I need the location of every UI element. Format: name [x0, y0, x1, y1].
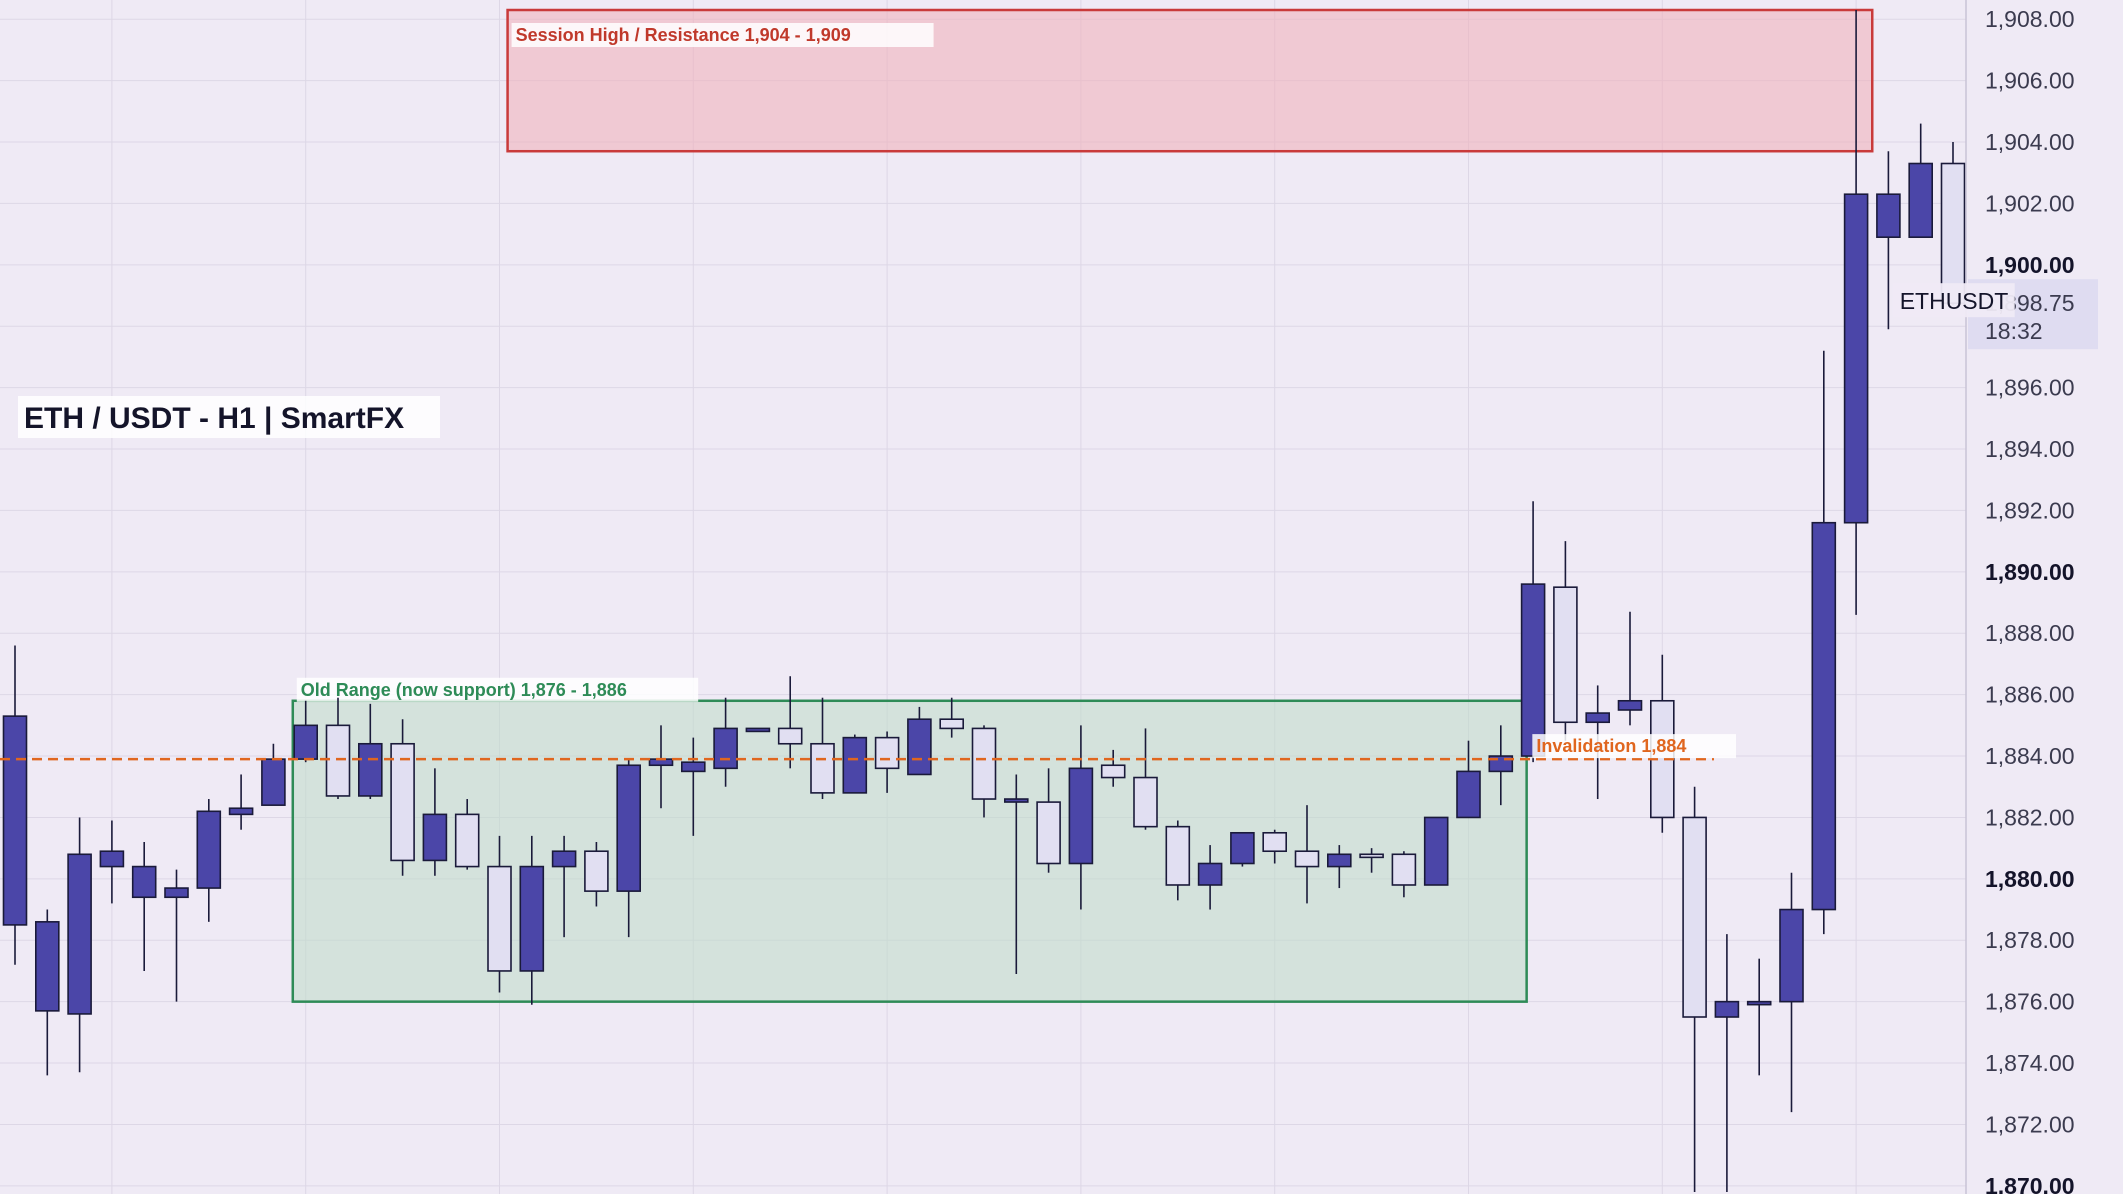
candle-body-bull — [842, 736, 868, 794]
candle-body-bear — [487, 865, 512, 972]
candle-body-bull — [1585, 712, 1610, 724]
price-axis-tick-label: 1,908.00 — [1985, 6, 2075, 32]
chart-background — [0, 0, 2123, 1194]
symbol-tag: ETHUSDT — [1900, 288, 2009, 314]
price-axis-tick-label: 1,900.00 — [1985, 252, 2075, 278]
candle[interactable] — [1230, 831, 1255, 867]
price-axis-tick-label: 1,876.00 — [1985, 989, 2075, 1015]
candle-body-bear — [1940, 162, 1966, 304]
candle-body-bear — [874, 736, 900, 770]
candle-body-bull — [1617, 699, 1643, 711]
candle-body-bull — [67, 853, 92, 1015]
invalidation-label: Invalidation 1,884 — [1536, 736, 1686, 756]
candle-body-bear — [1133, 776, 1158, 828]
price-axis-background[interactable] — [1966, 0, 2123, 1194]
candle-body-bear — [1262, 831, 1287, 853]
candle-body-bear — [1682, 816, 1707, 1018]
candle-body-bear — [1165, 825, 1191, 886]
candle-body-bull — [1327, 853, 1352, 868]
price-axis-tick-label: 1,874.00 — [1985, 1050, 2075, 1076]
candle-body-bear — [584, 850, 609, 892]
candle-body-bull — [1746, 1000, 1772, 1006]
price-axis-tick-label: 1,878.00 — [1985, 927, 2075, 953]
candle-body-bull — [293, 724, 319, 760]
price-axis-tick-label: 1,872.00 — [1985, 1111, 2075, 1137]
candle-body-bull — [680, 761, 706, 773]
price-axis-tick-label: 1,882.00 — [1985, 804, 2075, 830]
candle-body-bull — [1714, 1000, 1740, 1018]
candle-body-bull — [1811, 521, 1837, 911]
title-block: ETH / USDT - H1 | SmartFX — [18, 396, 440, 438]
candle-body-bull — [1423, 816, 1449, 886]
candle[interactable] — [1423, 816, 1449, 886]
price-axis-tick-label: 1,890.00 — [1985, 559, 2075, 585]
candle-body-bear — [390, 742, 415, 862]
price-axis-tick-label: 1,902.00 — [1985, 190, 2075, 216]
price-axis-tick-label: 1,894.00 — [1985, 436, 2075, 462]
candle-body-bull — [1779, 908, 1804, 1003]
candle[interactable] — [1940, 142, 1966, 305]
candle-body-bull — [1068, 767, 1094, 865]
candle-body-bull — [1003, 798, 1029, 803]
candle-body-bull — [2, 715, 28, 926]
price-axis-tick-label: 1,892.00 — [1985, 497, 2075, 523]
candle-body-bull — [228, 807, 254, 816]
candle-body-bear — [939, 718, 965, 730]
candle-body-bull — [261, 758, 286, 806]
candle-body-bear — [325, 724, 351, 797]
candle-body-bear — [971, 727, 997, 800]
candle-body-bull — [1230, 831, 1255, 865]
candle-body-bull — [745, 727, 771, 733]
candle-body-bull — [1843, 193, 1869, 524]
support-zone-label: Old Range (now support) 1,876 - 1,886 — [301, 680, 627, 700]
price-axis-tick-label: 1,880.00 — [1985, 866, 2075, 892]
candle-body-bear — [1100, 764, 1126, 779]
candlestick-chart[interactable]: Session High / Resistance 1,904 - 1,909 O… — [0, 0, 2123, 1194]
candle-body-bull — [34, 921, 60, 1012]
candle-body-bull — [131, 865, 157, 899]
chart-canvas[interactable]: Session High / Resistance 1,904 - 1,909 O… — [0, 0, 2123, 1194]
candle-body-bull — [616, 764, 642, 892]
bar-countdown: 18:32 — [1985, 318, 2043, 344]
resistance-zone-label: Session High / Resistance 1,904 - 1,909 — [516, 25, 851, 45]
candle-body-bull — [164, 887, 189, 899]
candle-body-bull — [551, 850, 577, 868]
price-axis-tick-label: 1,888.00 — [1985, 620, 2075, 646]
candle-body-bull — [1456, 770, 1481, 819]
price-axis-tick-label: 1,906.00 — [1985, 68, 2075, 94]
candle-body-bull — [907, 718, 932, 776]
price-axis-tick-label: 1,870.00 — [1985, 1173, 2075, 1194]
price-axis-tick-label: 1,886.00 — [1985, 682, 2075, 708]
candle-body-bear — [1359, 853, 1384, 859]
candle-body-bull — [1876, 193, 1901, 238]
candle-body-bear — [1553, 586, 1578, 724]
candle-body-bull — [196, 810, 222, 889]
candle-body-bear — [810, 742, 835, 794]
candle-body-bull — [357, 742, 383, 797]
candle-body-bull — [422, 813, 448, 862]
candle-body-bear — [1294, 850, 1320, 868]
candle-body-bull — [713, 727, 738, 770]
candle-body-bear — [1391, 853, 1417, 886]
candle-body-bear — [1036, 801, 1061, 865]
candle-body-bull — [99, 850, 125, 868]
candle-body-bull — [1908, 162, 1933, 238]
price-axis-tick-label: 1,904.00 — [1985, 129, 2075, 155]
candle[interactable] — [842, 734, 868, 794]
grid — [0, 0, 2123, 1194]
candle-body-bear — [454, 813, 480, 868]
chart-title: ETH / USDT - H1 | SmartFX — [24, 402, 404, 435]
candle[interactable] — [745, 727, 771, 733]
candle-body-bear — [777, 727, 803, 745]
price-axis-tick-label: 1,884.00 — [1985, 743, 2075, 769]
candle-body-bull — [1197, 862, 1223, 886]
candle-body-bull — [1520, 583, 1546, 757]
price-axis-tick-label: 1,896.00 — [1985, 375, 2075, 401]
candle-body-bull — [519, 865, 545, 972]
